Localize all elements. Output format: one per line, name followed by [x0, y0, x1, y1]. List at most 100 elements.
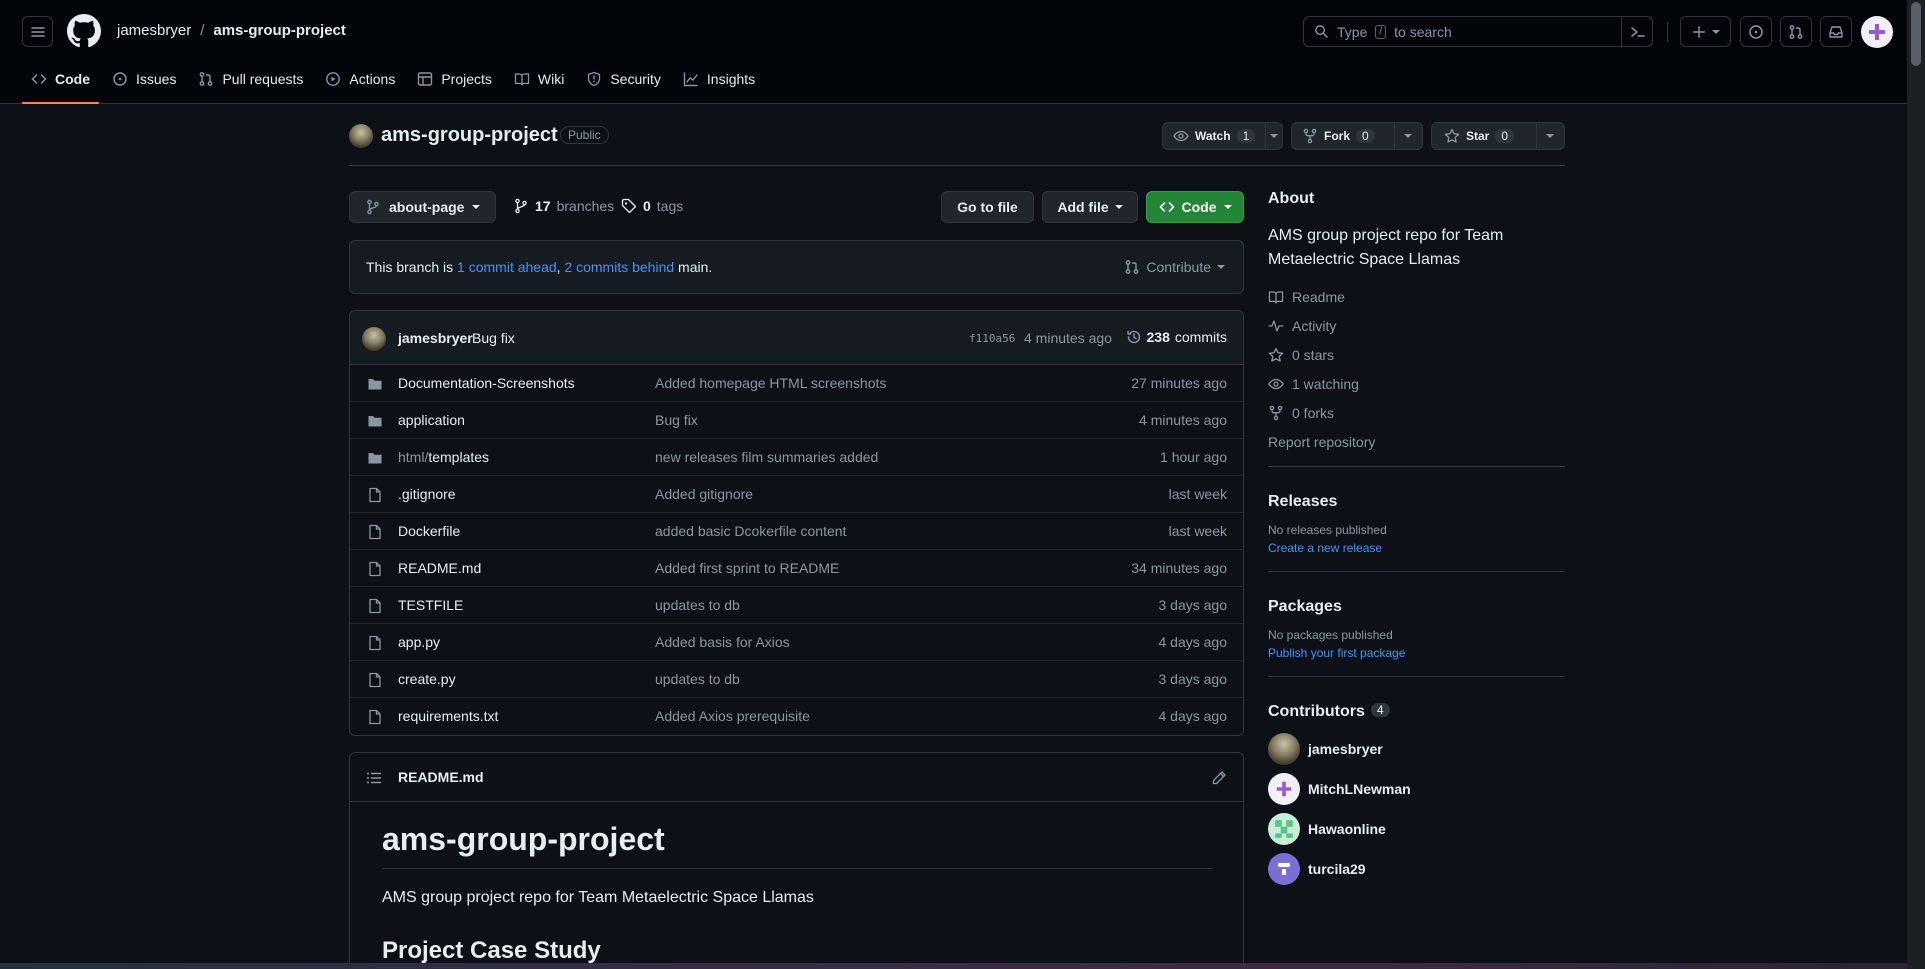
- file-row[interactable]: README.md Added first sprint to README 34 …: [350, 550, 1243, 587]
- commit-message[interactable]: Bug fix: [472, 330, 515, 346]
- readme-filename[interactable]: README.md: [398, 769, 484, 785]
- search-input[interactable]: Type / to search: [1303, 16, 1653, 47]
- file-name[interactable]: TESTFILE: [398, 597, 463, 613]
- list-unordered-icon[interactable]: [366, 770, 382, 786]
- watch-main[interactable]: Watch 1: [1163, 123, 1267, 149]
- contributor-item[interactable]: jamesbryer: [1268, 729, 1565, 769]
- file-row[interactable]: app.py Added basis for Axios 4 days ago: [350, 624, 1243, 661]
- breadcrumb-owner[interactable]: jamesbryer: [117, 22, 191, 39]
- file-row[interactable]: html/templates new releases film summarie…: [350, 439, 1243, 476]
- create-release-link[interactable]: Create a new release: [1268, 541, 1565, 555]
- fork-main[interactable]: Fork 0: [1292, 123, 1395, 149]
- scrollbar-thumb[interactable]: [1911, 2, 1921, 66]
- commit-author-avatar[interactable]: [362, 327, 386, 351]
- tab-issues[interactable]: Issues: [103, 62, 185, 96]
- contributor-avatar[interactable]: [1268, 733, 1300, 765]
- go-to-file-button[interactable]: Go to file: [941, 191, 1034, 223]
- menu-button[interactable]: [22, 16, 53, 47]
- fork-button[interactable]: Fork 0: [1291, 122, 1423, 150]
- file-commit-message[interactable]: updates to db: [655, 671, 740, 687]
- file-name[interactable]: create.py: [398, 671, 456, 687]
- file-commit-message[interactable]: new releases film summaries added: [655, 449, 878, 465]
- watching-link[interactable]: 1 watching: [1268, 369, 1565, 398]
- file-commit-message[interactable]: Added first sprint to README: [655, 560, 839, 576]
- owner-avatar[interactable]: [349, 124, 373, 148]
- commits-ahead-link[interactable]: 1 commit ahead: [457, 259, 557, 275]
- file-commit-message[interactable]: updates to db: [655, 597, 740, 613]
- file-commit-message[interactable]: Added homepage HTML screenshots: [655, 375, 886, 391]
- contributor-name[interactable]: MitchLNewman: [1308, 781, 1411, 797]
- tab-code[interactable]: Code: [22, 62, 99, 104]
- file-name[interactable]: requirements.txt: [398, 708, 498, 724]
- branch-select-button[interactable]: about-page: [349, 191, 496, 223]
- file-name[interactable]: html/templates: [398, 449, 489, 465]
- contributor-name[interactable]: jamesbryer: [1308, 741, 1383, 757]
- forks-link[interactable]: 0 forks: [1268, 398, 1565, 427]
- file-name[interactable]: app.py: [398, 634, 440, 650]
- contributors-heading[interactable]: Contributors 4: [1268, 703, 1565, 721]
- tab-security[interactable]: Security: [577, 62, 670, 96]
- tab-projects[interactable]: Projects: [408, 62, 501, 96]
- star-dropdown[interactable]: [1537, 123, 1565, 149]
- contributor-item[interactable]: turcila29: [1268, 849, 1565, 889]
- pencil-icon[interactable]: [1211, 770, 1227, 786]
- commits-behind-link[interactable]: 2 commits behind: [564, 259, 674, 275]
- user-avatar[interactable]: [1861, 16, 1893, 48]
- contributor-avatar[interactable]: [1268, 813, 1300, 845]
- report-repository-link[interactable]: Report repository: [1268, 427, 1565, 456]
- file-row[interactable]: .gitignore Added gitignore last week: [350, 476, 1243, 513]
- branches-link[interactable]: 17 branches: [513, 198, 614, 214]
- contribute-button[interactable]: Contribute: [1124, 259, 1225, 275]
- contributor-item[interactable]: Hawaonline: [1268, 809, 1565, 849]
- code-button[interactable]: Code: [1146, 191, 1244, 223]
- vertical-scrollbar[interactable]: [1907, 0, 1925, 969]
- file-row[interactable]: Documentation-Screenshots Added homepage …: [350, 365, 1243, 402]
- pull-requests-button[interactable]: [1780, 16, 1812, 47]
- file-row[interactable]: create.py updates to db 3 days ago: [350, 661, 1243, 698]
- stars-link[interactable]: 0 stars: [1268, 340, 1565, 369]
- add-file-button[interactable]: Add file: [1042, 191, 1138, 223]
- file-name[interactable]: application: [398, 412, 465, 428]
- file-commit-message[interactable]: added basic Dcokerfile content: [655, 523, 846, 539]
- file-name[interactable]: .gitignore: [398, 486, 456, 502]
- github-logo-icon[interactable]: [67, 14, 101, 48]
- issues-button[interactable]: [1740, 16, 1772, 47]
- breadcrumb-repo[interactable]: ams-group-project: [213, 22, 346, 39]
- file-row[interactable]: requirements.txt Added Axios prerequisite…: [350, 698, 1243, 735]
- star-main[interactable]: Star 0: [1432, 123, 1537, 149]
- command-palette-button[interactable]: [1621, 16, 1653, 47]
- file-name[interactable]: README.md: [398, 560, 481, 576]
- tab-wiki[interactable]: Wiki: [505, 62, 573, 96]
- watch-button[interactable]: Watch 1: [1162, 122, 1283, 150]
- activity-link[interactable]: Activity: [1268, 311, 1565, 340]
- file-row[interactable]: TESTFILE updates to db 3 days ago: [350, 587, 1243, 624]
- tab-pull-requests[interactable]: Pull requests: [189, 62, 312, 96]
- contributor-avatar[interactable]: [1268, 773, 1300, 805]
- fork-dropdown[interactable]: [1395, 123, 1423, 149]
- file-name[interactable]: Dockerfile: [398, 523, 460, 539]
- commit-history-link[interactable]: 238 commits: [1126, 329, 1227, 345]
- tab-actions[interactable]: Actions: [316, 62, 404, 96]
- readme-link[interactable]: Readme: [1268, 282, 1565, 311]
- file-commit-message[interactable]: Added gitignore: [655, 486, 753, 502]
- file-row[interactable]: Dockerfile added basic Dcokerfile content…: [350, 513, 1243, 550]
- tab-insights[interactable]: Insights: [674, 62, 764, 96]
- contributor-item[interactable]: MitchLNewman: [1268, 769, 1565, 809]
- contributor-name[interactable]: turcila29: [1308, 861, 1366, 877]
- contributor-avatar[interactable]: [1268, 853, 1300, 885]
- file-commit-message[interactable]: Added basis for Axios: [655, 634, 790, 650]
- watch-dropdown[interactable]: [1266, 123, 1282, 149]
- inbox-button[interactable]: [1820, 16, 1852, 47]
- commit-sha[interactable]: f110a56: [969, 332, 1015, 345]
- file-commit-message[interactable]: Bug fix: [655, 412, 698, 428]
- file-row[interactable]: application Bug fix 4 minutes ago: [350, 402, 1243, 439]
- create-new-button[interactable]: [1680, 16, 1731, 47]
- file-commit-message[interactable]: Added Axios prerequisite: [655, 708, 810, 724]
- publish-package-link[interactable]: Publish your first package: [1268, 646, 1565, 660]
- releases-title[interactable]: Releases: [1268, 493, 1565, 511]
- tags-link[interactable]: 0 tags: [621, 198, 683, 214]
- commit-author[interactable]: jamesbryer: [398, 330, 473, 346]
- file-name[interactable]: Documentation-Screenshots: [398, 375, 575, 391]
- repo-title[interactable]: ams-group-project: [381, 124, 558, 147]
- star-button[interactable]: Star 0: [1431, 122, 1565, 150]
